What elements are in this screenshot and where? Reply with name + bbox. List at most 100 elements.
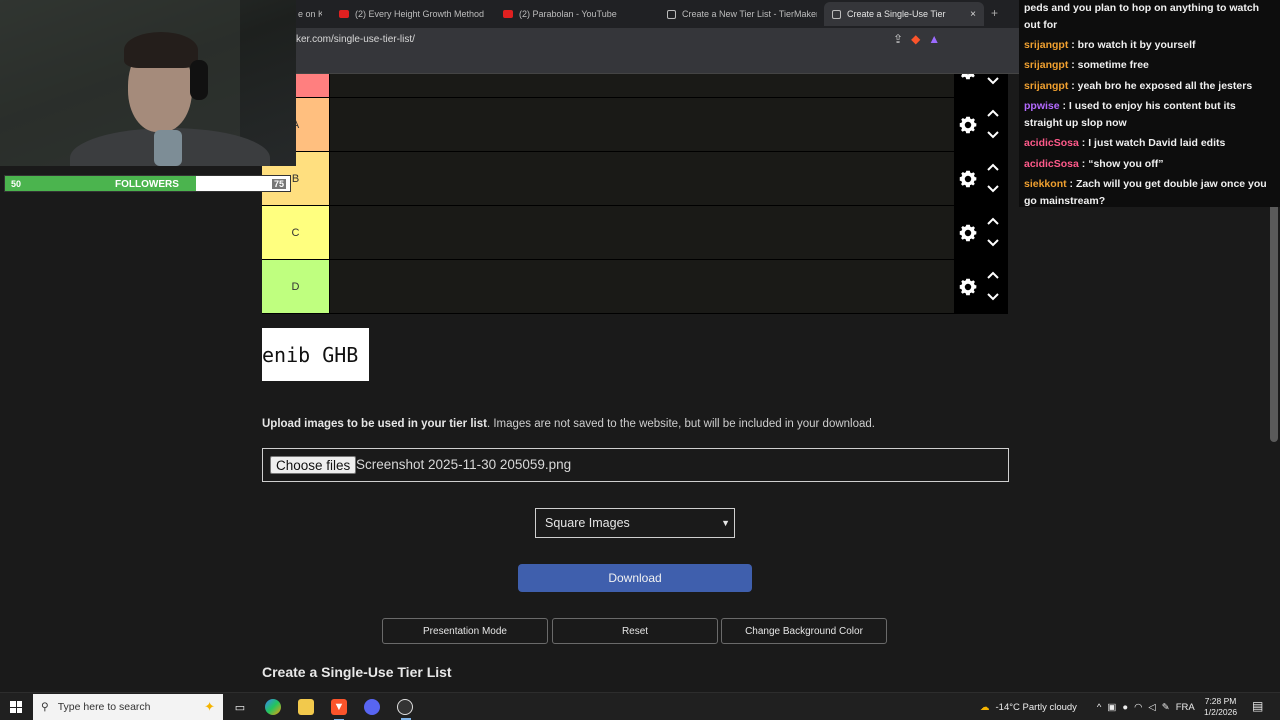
upload-instructions-bold: Upload images to be used in your tier li… bbox=[262, 418, 487, 430]
download-button[interactable]: Download bbox=[518, 564, 752, 592]
address-bar-actions: ⇪ ◆ ▲ bbox=[893, 32, 940, 46]
webcam-overlay bbox=[0, 0, 296, 166]
close-tab-icon[interactable]: × bbox=[970, 9, 976, 20]
tier-controls bbox=[954, 152, 1008, 205]
search-highlight-icon: ✦ bbox=[204, 699, 215, 714]
pen-icon[interactable]: ✎ bbox=[1162, 702, 1170, 713]
tier-controls bbox=[954, 260, 1008, 313]
chat-text: : I just watch David laid edits bbox=[1078, 137, 1226, 150]
move-up-icon[interactable] bbox=[986, 270, 1000, 280]
tiermaker-icon bbox=[832, 9, 841, 19]
chat-message: srijangpt : sometime free bbox=[1024, 57, 1277, 74]
gear-icon[interactable] bbox=[957, 276, 979, 298]
chat-username: srijangpt bbox=[1024, 59, 1069, 72]
image-shape-select[interactable]: Square Images ▼ bbox=[535, 508, 735, 538]
change-background-color-button[interactable]: Change Background Color bbox=[721, 618, 887, 644]
task-view-icon[interactable]: ▭ bbox=[232, 699, 248, 715]
network-icon[interactable]: ▣ bbox=[1107, 702, 1116, 713]
uploaded-image-thumbnail[interactable]: enib GHB bbox=[262, 328, 369, 381]
chat-message: acidicSosa : I just watch David laid edi… bbox=[1024, 135, 1277, 152]
tray-chevron-icon[interactable]: ^ bbox=[1097, 702, 1101, 713]
move-down-icon[interactable] bbox=[986, 130, 1000, 140]
chat-text: peds and you plan to hop on anything to … bbox=[1024, 2, 1260, 31]
chat-username: srijangpt bbox=[1024, 38, 1069, 51]
chat-text: : bro watch it by yourself bbox=[1068, 38, 1196, 51]
chat-message: ppwise : I used to enjoy his content but… bbox=[1024, 98, 1277, 131]
move-down-icon[interactable] bbox=[986, 184, 1000, 194]
brave-shield-icon[interactable]: ◆ bbox=[911, 32, 920, 46]
browser-tab[interactable]: (2) Every Height Growth Method Eve bbox=[339, 4, 487, 24]
tier-row: D bbox=[262, 260, 1008, 314]
share-icon[interactable]: ⇪ bbox=[893, 32, 903, 46]
taskbar-search[interactable]: ⚲ Type here to search ✦ bbox=[33, 694, 223, 720]
chat-username: acidicSosa bbox=[1024, 137, 1079, 150]
followers-current: 50 bbox=[11, 179, 22, 189]
upload-instructions-rest: . Images are not saved to the website, b… bbox=[486, 418, 875, 430]
move-up-icon[interactable] bbox=[986, 162, 1000, 172]
choose-files-button[interactable]: Choose files bbox=[270, 456, 357, 474]
chat-message: srijangpt : yeah bro he exposed all the … bbox=[1024, 78, 1277, 95]
taskbar: ⚲ Type here to search ✦ ▭ ▼ ☁ -14°C Part… bbox=[0, 692, 1280, 720]
chat-username: srijangpt bbox=[1024, 79, 1069, 92]
chat-message: srijangpt : bro watch it by yourself bbox=[1024, 37, 1277, 54]
tier-dropzone[interactable] bbox=[329, 152, 954, 205]
reset-button[interactable]: Reset bbox=[552, 618, 718, 644]
chevron-down-icon: ▼ bbox=[721, 518, 730, 528]
followers-label: FOLLOWERS bbox=[115, 179, 179, 190]
move-up-icon[interactable] bbox=[986, 108, 1000, 118]
windows-start-icon[interactable] bbox=[10, 701, 22, 713]
tab-label: (2) Every Height Growth Method Eve bbox=[355, 9, 487, 19]
page-scrollbar[interactable] bbox=[1270, 192, 1278, 442]
copilot-icon[interactable] bbox=[265, 699, 281, 715]
tier-dropzone[interactable] bbox=[329, 98, 954, 151]
tier-label[interactable]: D bbox=[262, 260, 329, 313]
clock-time: 7:28 PM bbox=[1204, 696, 1237, 706]
browser-tab[interactable]: (2) Parabolan - YouTube bbox=[503, 4, 653, 24]
microphone-icon[interactable]: ● bbox=[1122, 702, 1128, 713]
gear-icon[interactable] bbox=[957, 222, 979, 244]
tier-dropzone[interactable] bbox=[329, 206, 954, 259]
brave-browser-icon[interactable]: ▼ bbox=[331, 699, 347, 720]
tier-row: B bbox=[262, 152, 1008, 206]
tier-label[interactable]: C bbox=[262, 206, 329, 259]
gear-icon[interactable] bbox=[957, 168, 979, 190]
thumbnail-text: enib GHB bbox=[262, 342, 359, 367]
tier-row: C bbox=[262, 206, 1008, 260]
language-indicator[interactable]: FRA bbox=[1176, 702, 1195, 713]
rewards-icon[interactable]: ▲ bbox=[928, 32, 940, 46]
tab-label: (2) Parabolan - YouTube bbox=[519, 9, 617, 19]
move-up-icon[interactable] bbox=[986, 216, 1000, 226]
discord-icon[interactable] bbox=[364, 699, 380, 715]
notification-icon[interactable]: ▤ bbox=[1252, 699, 1263, 713]
gear-icon[interactable] bbox=[957, 114, 979, 136]
followers-goal: 75 bbox=[271, 179, 286, 189]
chat-username: siekkont bbox=[1024, 177, 1067, 190]
taskbar-clock[interactable]: 7:28 PM 1/2/2026 bbox=[1204, 696, 1237, 718]
chat-text: : yeah bro he exposed all the jesters bbox=[1068, 79, 1253, 92]
url-input[interactable]: ker.com/single-use-tier-list/ bbox=[296, 34, 415, 45]
file-explorer-icon[interactable] bbox=[298, 699, 314, 715]
browser-tab[interactable]: Create a New Tier List - TierMaker bbox=[667, 4, 817, 24]
move-down-icon[interactable] bbox=[986, 238, 1000, 248]
new-tab-button[interactable]: + bbox=[991, 6, 998, 20]
obs-icon[interactable] bbox=[397, 699, 413, 720]
volume-icon[interactable]: ◁ bbox=[1148, 702, 1155, 713]
headset bbox=[190, 60, 208, 100]
wifi-icon[interactable]: ◠ bbox=[1134, 702, 1142, 713]
chat-text: : “show you off” bbox=[1078, 157, 1164, 170]
chat-message: acidicSosa : “show you off” bbox=[1024, 156, 1277, 173]
weather-text[interactable]: -14°C Partly cloudy bbox=[996, 702, 1077, 713]
chat-overlay: peds and you plan to hop on anything to … bbox=[1019, 0, 1280, 207]
move-down-icon[interactable] bbox=[986, 292, 1000, 302]
presentation-mode-button[interactable]: Presentation Mode bbox=[382, 618, 548, 644]
chat-text: : sometime free bbox=[1068, 59, 1149, 72]
browser-tab-active[interactable]: Create a Single-Use Tier List (Pri × bbox=[824, 2, 984, 26]
tab-label: e on K bbox=[298, 9, 322, 19]
browser-tab[interactable]: e on K bbox=[298, 4, 322, 24]
tier-dropzone[interactable] bbox=[329, 260, 954, 313]
tab-label: Create a New Tier List - TierMaker bbox=[682, 9, 817, 19]
selected-filename: Screenshot 2025-11-30 205059.png bbox=[356, 457, 572, 472]
tiermaker-icon bbox=[667, 9, 676, 19]
file-input[interactable]: Choose files Screenshot 2025-11-30 20505… bbox=[262, 448, 1009, 482]
move-down-icon[interactable] bbox=[986, 76, 1000, 86]
